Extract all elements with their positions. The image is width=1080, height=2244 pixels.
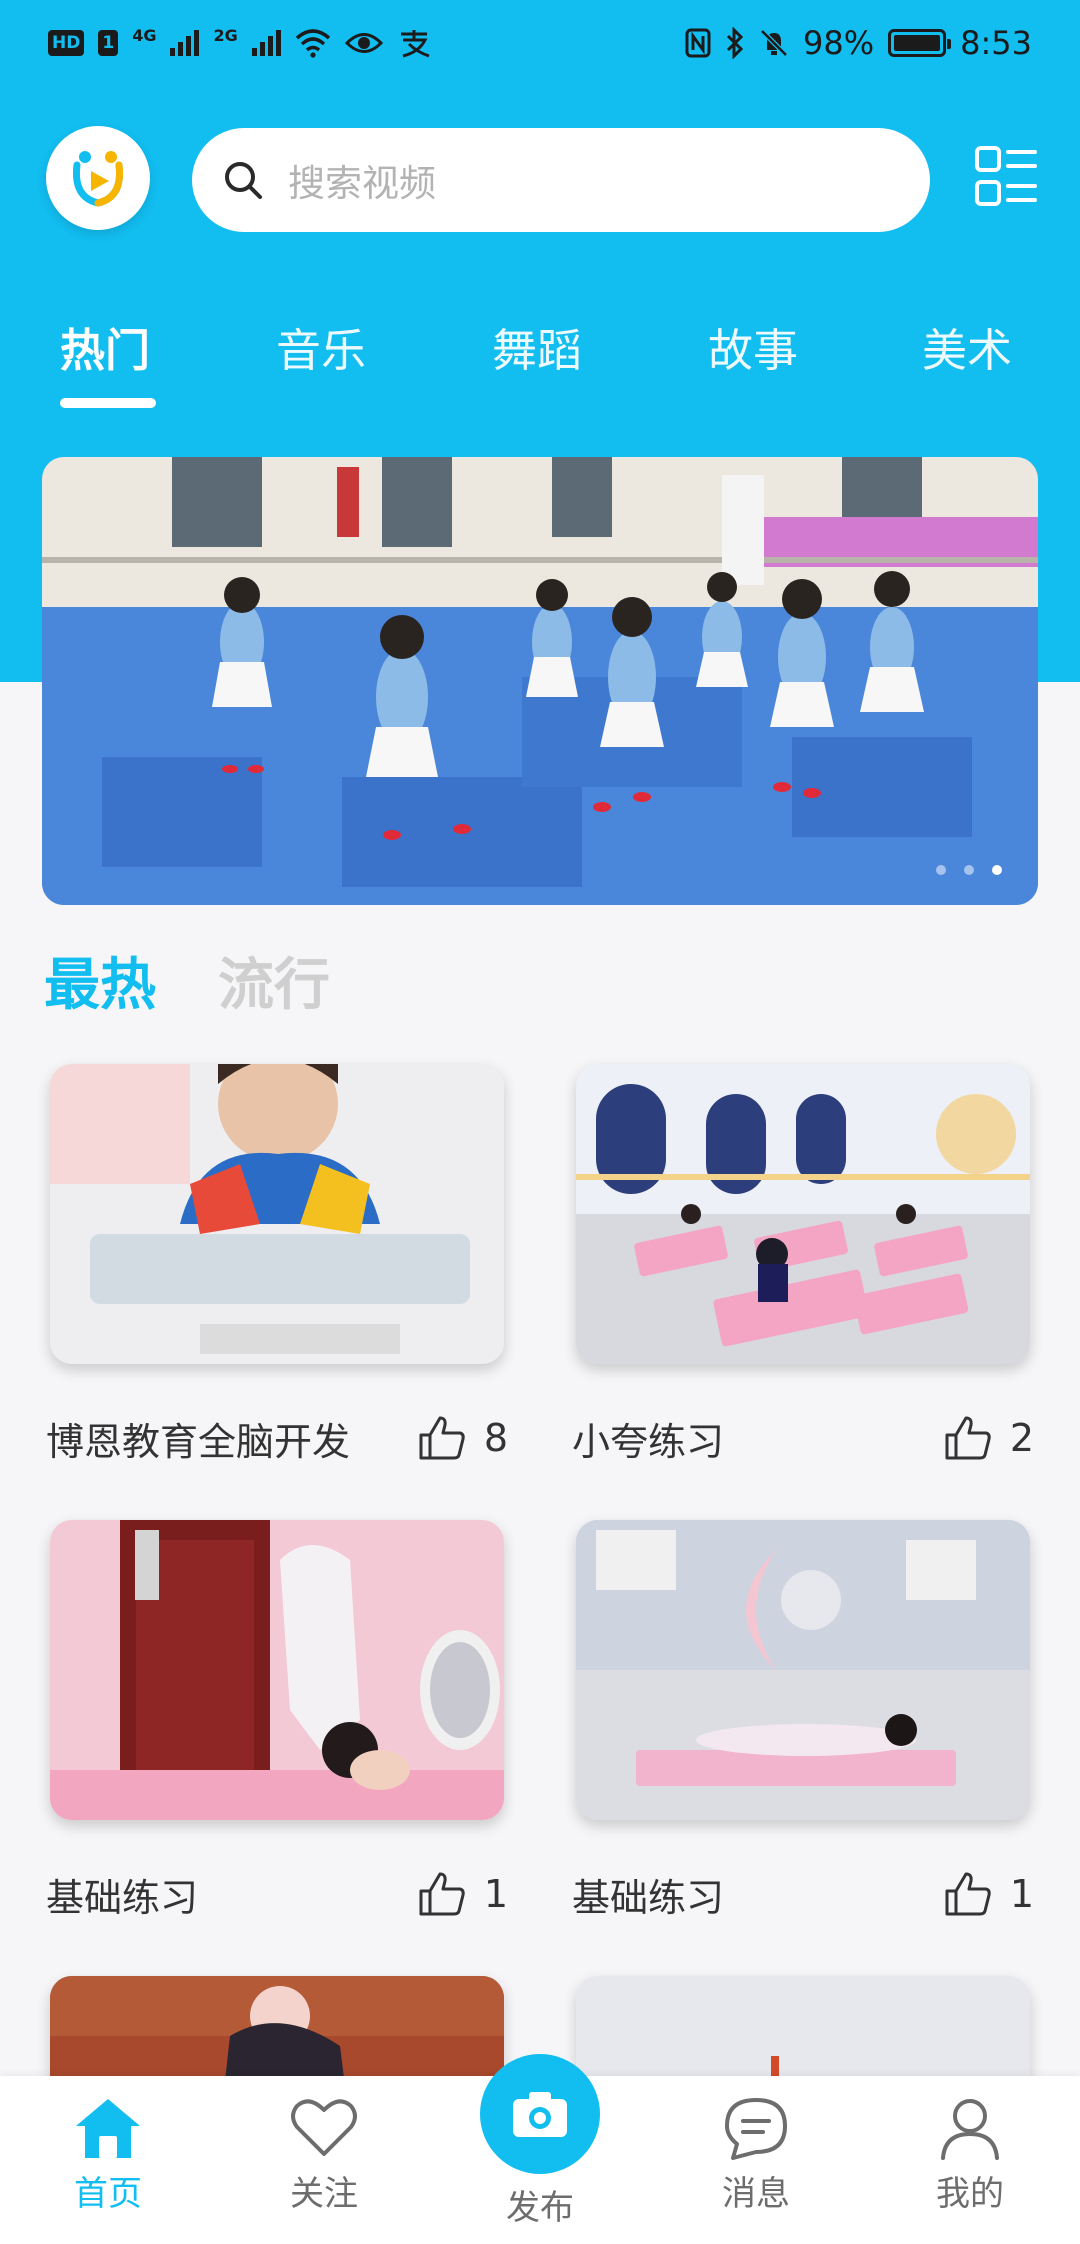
video-meta: 基础练习 1 [46, 1864, 508, 1924]
signal-icon [170, 30, 200, 56]
nav-profile[interactable]: 我的 [890, 2096, 1050, 2236]
thumbs-up-icon [945, 1416, 991, 1460]
like-button[interactable]: 1 [944, 1871, 1034, 1917]
video-meta: 博恩教育全脑开发 8 [46, 1408, 508, 1468]
app-logo[interactable] [46, 126, 150, 230]
heart-icon [291, 2099, 357, 2156]
search-icon [225, 162, 262, 199]
thumbs-up-icon [419, 1872, 465, 1916]
like-count: 1 [483, 1872, 508, 1916]
battery-icon [888, 29, 952, 57]
nav-label: 关注 [290, 2174, 358, 2214]
battery-percent: 98% [803, 24, 875, 62]
home-icon [76, 2099, 140, 2158]
video-meta: 小夸练习 2 [572, 1408, 1034, 1468]
video-thumbnail[interactable] [576, 1520, 1030, 1820]
active-tab-indicator [60, 398, 156, 408]
video-card[interactable]: 小夸练习 2 [572, 1064, 1034, 1464]
video-title[interactable]: 博恩教育全脑开发 [46, 1411, 350, 1466]
tab-art[interactable]: 美术 [922, 314, 1012, 379]
like-count: 1 [1009, 1872, 1034, 1916]
video-card[interactable]: 基础练习 1 [46, 1520, 508, 1920]
list-menu-icon [975, 146, 1037, 206]
message-icon [725, 2098, 787, 2160]
app-header: 搜索视频 [0, 120, 1080, 240]
camera-icon [513, 2092, 567, 2137]
thumbs-up-icon [945, 1872, 991, 1916]
video-meta: 基础练习 1 [572, 1864, 1034, 1924]
thumbnail-image [576, 1064, 1030, 1364]
wifi-icon [295, 29, 330, 58]
video-title[interactable]: 基础练习 [46, 1867, 198, 1922]
nav-label: 消息 [722, 2174, 790, 2214]
signal-icon-2 [251, 30, 281, 56]
tab-hot[interactable]: 热门 [60, 314, 150, 379]
thumbnail-image [50, 1064, 504, 1364]
search-bar[interactable]: 搜索视频 [192, 128, 930, 232]
carousel-dot-active[interactable] [992, 865, 1002, 875]
user-icon [941, 2099, 999, 2160]
alipay-icon [400, 30, 430, 58]
search-placeholder: 搜索视频 [288, 162, 436, 205]
section-tabs: 最热 流行 [44, 940, 330, 1018]
tab-popular[interactable]: 流行 [218, 940, 330, 1018]
logo-icon [57, 137, 139, 219]
nav-messages[interactable]: 消息 [676, 2096, 836, 2236]
banner-carousel[interactable] [42, 457, 1038, 905]
sim-badge: 1 [98, 30, 119, 56]
status-left: HD 1 4G 2G [48, 25, 431, 58]
like-button[interactable]: 1 [418, 1871, 508, 1917]
thumbs-up-icon [419, 1416, 465, 1460]
nav-follow[interactable]: 关注 [244, 2096, 404, 2236]
bottom-navigation: 首页 关注 发布 消息 我的 [0, 2054, 1080, 2244]
mute-icon [760, 29, 788, 57]
nav-label: 首页 [74, 2174, 142, 2214]
thumbnail-image [50, 1520, 504, 1820]
status-right: 98% 8:53 [685, 24, 1032, 62]
publish-button[interactable] [480, 2054, 600, 2174]
category-tabs: 热门 音乐 舞蹈 故事 美术 [0, 300, 1080, 420]
tab-music[interactable]: 音乐 [276, 314, 366, 379]
network-type-2: 2G [213, 25, 238, 45]
thumbnail-image [576, 1520, 1030, 1820]
nav-label: 我的 [936, 2174, 1004, 2214]
like-count: 8 [483, 1416, 508, 1460]
video-card[interactable]: 基础练习 1 [572, 1520, 1034, 1920]
like-count: 2 [1009, 1416, 1034, 1460]
category-menu-button[interactable] [974, 142, 1038, 210]
status-bar: HD 1 4G 2G 98% 8:53 [0, 0, 1080, 86]
like-button[interactable]: 8 [418, 1415, 508, 1461]
like-button[interactable]: 2 [944, 1415, 1034, 1461]
carousel-indicators [936, 865, 1002, 875]
publish-label: 发布 [506, 2188, 574, 2228]
hd-badge: HD [48, 30, 85, 56]
bluetooth-icon [726, 27, 744, 59]
video-thumbnail[interactable] [50, 1520, 504, 1820]
video-card[interactable]: 博恩教育全脑开发 8 [46, 1064, 508, 1464]
tab-hottest[interactable]: 最热 [44, 940, 156, 1018]
nav-home[interactable]: 首页 [28, 2096, 188, 2236]
video-thumbnail[interactable] [576, 1064, 1030, 1364]
video-thumbnail[interactable] [50, 1064, 504, 1364]
carousel-dot[interactable] [936, 865, 946, 875]
tab-story[interactable]: 故事 [708, 314, 798, 379]
video-title[interactable]: 小夸练习 [572, 1411, 724, 1466]
eye-icon [344, 33, 383, 53]
video-title[interactable]: 基础练习 [572, 1867, 724, 1922]
clock: 8:53 [960, 24, 1032, 62]
network-type-1: 4G [132, 25, 157, 45]
carousel-dot[interactable] [964, 865, 974, 875]
nfc-icon [685, 28, 711, 58]
tab-dance[interactable]: 舞蹈 [492, 314, 582, 379]
app-screen: HD 1 4G 2G 98% 8:53 搜索视频 热门 音乐 舞蹈 故事 美术 … [0, 0, 1080, 2244]
banner-image [42, 457, 1038, 905]
